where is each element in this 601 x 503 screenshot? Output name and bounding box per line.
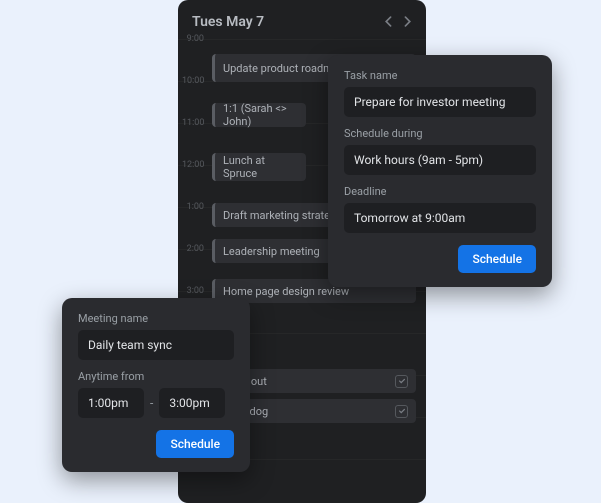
chevron-left-icon[interactable] (384, 12, 395, 31)
event-label: Home page design review (223, 285, 349, 298)
time-dash: - (150, 396, 153, 410)
time-to-input[interactable] (159, 388, 225, 418)
calendar-nav (384, 12, 412, 31)
meeting-name-label: Meeting name (78, 312, 234, 325)
check-icon[interactable] (395, 375, 408, 388)
hour-label: 3:00 (182, 286, 204, 296)
schedule-button[interactable]: Schedule (156, 430, 234, 458)
event-label: Lunch at Spruce (223, 154, 298, 180)
schedule-during-input[interactable] (344, 145, 536, 175)
deadline-input[interactable] (344, 203, 536, 233)
hour-label: 1:00 (182, 202, 204, 212)
calendar-date-title: Tues May 7 (192, 14, 264, 30)
task-name-input[interactable] (344, 87, 536, 117)
hour-label: 10:00 (182, 76, 204, 86)
task-name-label: Task name (344, 69, 536, 82)
event-label: Draft marketing strategy (223, 209, 341, 222)
deadline-label: Deadline (344, 185, 536, 198)
hour-label: 12:00 (182, 160, 204, 170)
task-popup: Task name Schedule during Deadline Sched… (328, 55, 552, 287)
event-label: Leadership meeting (223, 245, 320, 258)
time-from-input[interactable] (78, 388, 144, 418)
hour-label: 11:00 (182, 118, 204, 128)
event-label: Update product roadmap (223, 62, 345, 75)
hour-label: 9:00 (182, 34, 204, 44)
check-icon[interactable] (395, 405, 408, 418)
meeting-name-input[interactable] (78, 330, 234, 360)
calendar-event[interactable]: 1:1 (Sarah <> John) (212, 103, 306, 127)
time-range-row: - (78, 388, 234, 418)
meeting-popup: Meeting name Anytime from - Schedule (62, 298, 250, 472)
schedule-button[interactable]: Schedule (458, 245, 536, 273)
calendar-header: Tues May 7 (178, 0, 426, 39)
schedule-during-label: Schedule during (344, 127, 536, 140)
event-label: 1:1 (Sarah <> John) (223, 102, 298, 128)
chevron-right-icon[interactable] (401, 12, 412, 31)
hour-label: 2:00 (182, 244, 204, 254)
calendar-event[interactable]: Lunch at Spruce (212, 153, 306, 181)
anytime-from-label: Anytime from (78, 370, 234, 383)
